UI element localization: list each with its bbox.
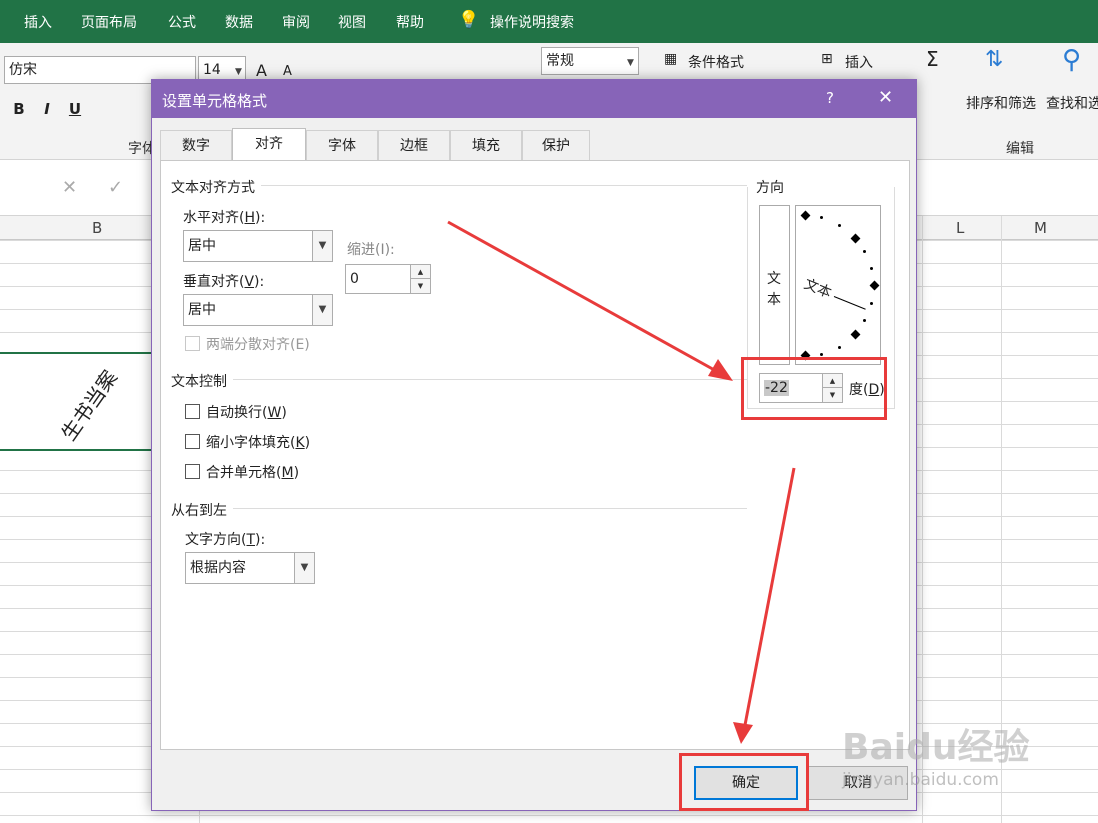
watermark-brand: Baidu经验 <box>842 727 1030 768</box>
annotation-arrows <box>447 220 796 744</box>
watermark-url: jingyan.baidu.com <box>842 770 999 790</box>
